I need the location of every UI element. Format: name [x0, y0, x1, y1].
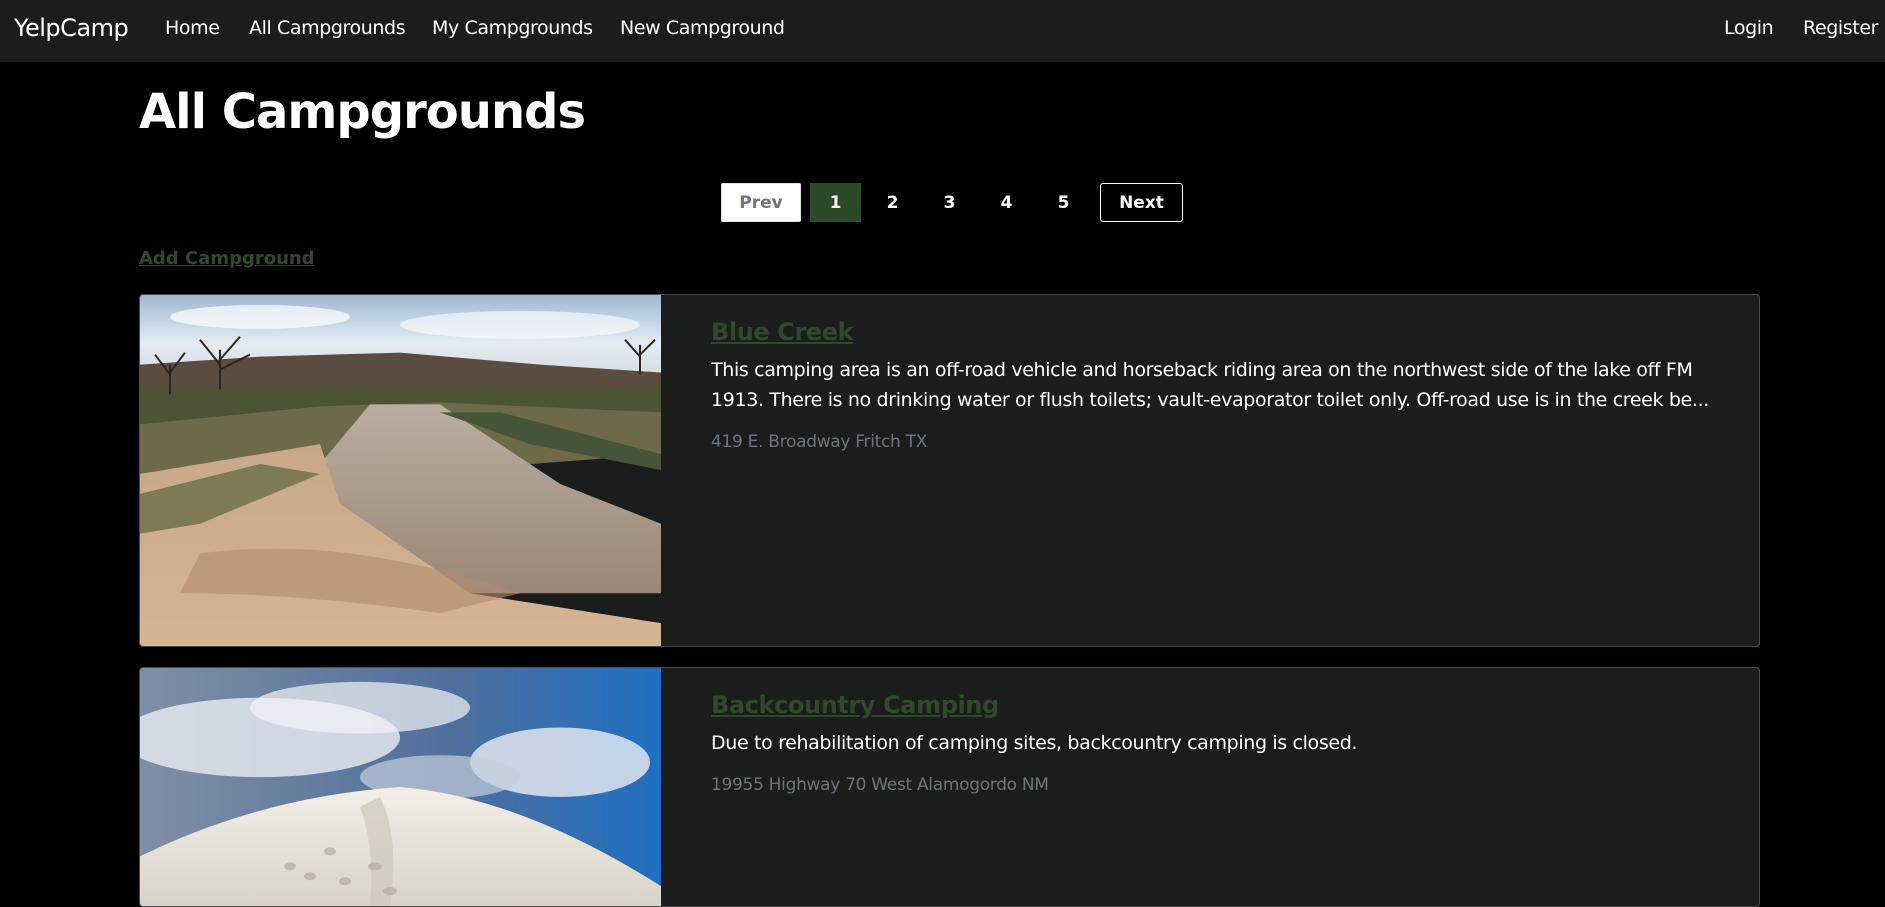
page-3-button[interactable]: 3	[924, 183, 975, 222]
campground-image	[140, 668, 661, 906]
campground-description: This camping area is an off-road vehicle…	[711, 359, 1709, 411]
pagination: Prev 1 2 3 4 5 Next	[721, 183, 1183, 222]
campground-image	[140, 295, 661, 646]
register-link[interactable]: Register	[1803, 17, 1878, 39]
campground-title-link[interactable]: Backcountry Camping	[711, 691, 999, 719]
campground-card: Blue Creek This camping area is an off-r…	[139, 294, 1760, 647]
page-1-button[interactable]: 1	[810, 183, 861, 222]
nav-my-campgrounds-link[interactable]: My Campgrounds	[432, 17, 593, 39]
nav-home-link[interactable]: Home	[165, 17, 220, 39]
campground-title-link[interactable]: Blue Creek	[711, 318, 854, 346]
login-link[interactable]: Login	[1724, 17, 1774, 39]
campground-description: Due to rehabilitation of camping sites, …	[711, 732, 1358, 754]
page-5-button[interactable]: 5	[1038, 183, 1089, 222]
navbar: YelpCamp Home All Campgrounds My Campgro…	[0, 0, 1885, 62]
page-4-button[interactable]: 4	[981, 183, 1032, 222]
brand-link[interactable]: YelpCamp	[14, 14, 129, 42]
prev-page-button[interactable]: Prev	[721, 183, 801, 222]
campground-location: 419 E. Broadway Fritch TX	[711, 432, 928, 452]
card-body: Blue Creek This camping area is an off-r…	[711, 318, 1719, 452]
nav-all-campgrounds-link[interactable]: All Campgrounds	[249, 17, 406, 39]
page-title: All Campgrounds	[139, 84, 586, 140]
page-2-button[interactable]: 2	[867, 183, 918, 222]
nav-new-campground-link[interactable]: New Campground	[620, 17, 785, 39]
campground-location: 19955 Highway 70 West Alamogordo NM	[711, 775, 1049, 795]
add-campground-link[interactable]: Add Campground	[139, 248, 315, 269]
card-body: Backcountry Camping Due to rehabilitatio…	[711, 691, 1719, 795]
campground-card: Backcountry Camping Due to rehabilitatio…	[139, 667, 1760, 907]
next-page-button[interactable]: Next	[1100, 183, 1183, 222]
